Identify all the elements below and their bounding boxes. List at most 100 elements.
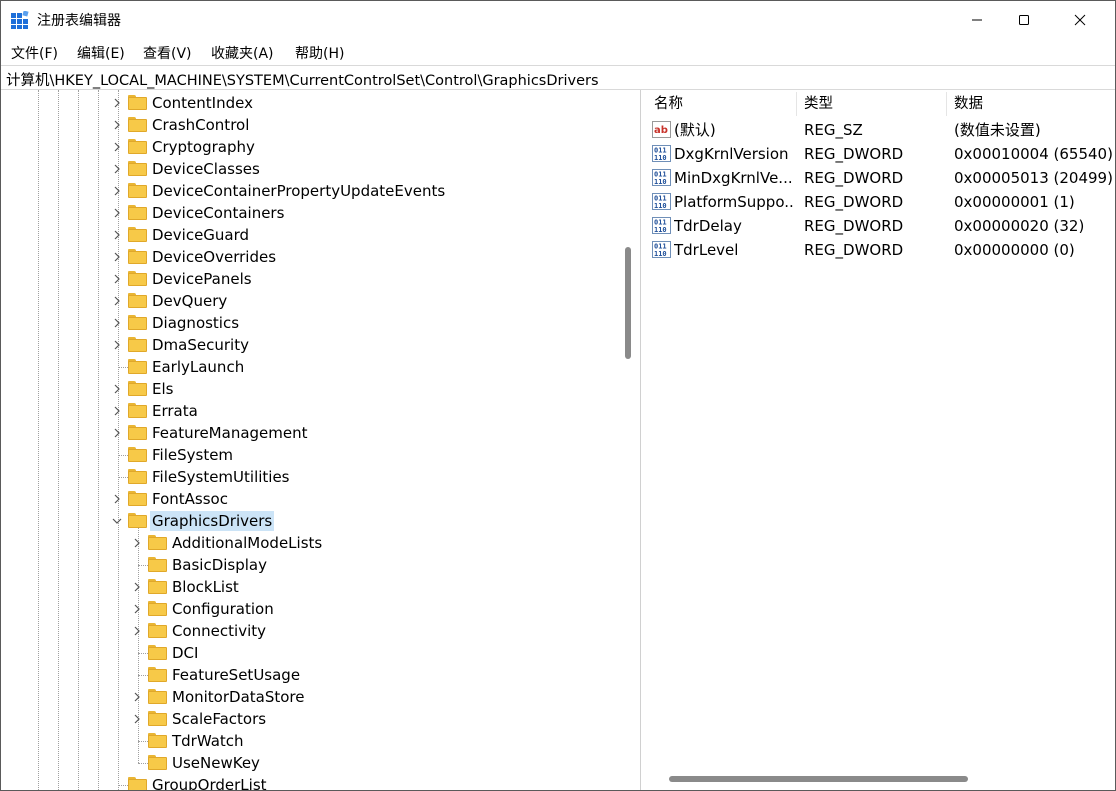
registry-editor-icon	[11, 11, 29, 29]
tree-node-configuration[interactable]: Configuration	[1, 598, 619, 620]
tree-node-deviceguard[interactable]: DeviceGuard	[1, 224, 619, 246]
minimize-button[interactable]	[954, 1, 1000, 39]
tree-node-label: Diagnostics	[152, 314, 240, 332]
folder-icon	[128, 513, 147, 528]
folder-icon	[148, 733, 167, 748]
tree-node-devicecontainers[interactable]: DeviceContainers	[1, 202, 619, 224]
value-row[interactable]: 011 110 TdrLevel REG_DWORD 0x00000000 (0)	[647, 238, 1115, 262]
chevron-right-icon[interactable]	[112, 296, 122, 306]
tree-node-filesystem[interactable]: FileSystem	[1, 444, 619, 466]
tree-node-grouporderlist[interactable]: GroupOrderList	[1, 774, 619, 790]
value-data: 0x00000000 (0)	[954, 241, 1075, 259]
chevron-right-icon[interactable]	[112, 406, 122, 416]
menu-help[interactable]: 帮助(H)	[295, 43, 344, 63]
tree-node-monitordatastore[interactable]: MonitorDataStore	[1, 686, 619, 708]
tree-node-blocklist[interactable]: BlockList	[1, 576, 619, 598]
tree-node-featuremanagement[interactable]: FeatureManagement	[1, 422, 619, 444]
address-bar[interactable]: 计算机\HKEY_LOCAL_MACHINE\SYSTEM\CurrentCon…	[1, 65, 1115, 90]
tree-scrollbar-thumb[interactable]	[625, 247, 631, 359]
tree-node-els[interactable]: Els	[1, 378, 619, 400]
chevron-right-icon[interactable]	[132, 626, 142, 636]
tree-node-devicepanels[interactable]: DevicePanels	[1, 268, 619, 290]
tree-node-connectivity[interactable]: Connectivity	[1, 620, 619, 642]
tree-node-crashcontrol[interactable]: CrashControl	[1, 114, 619, 136]
column-divider[interactable]	[946, 92, 947, 116]
tree-node-filesystemutilities[interactable]: FileSystemUtilities	[1, 466, 619, 488]
tree-node-deviceclasses[interactable]: DeviceClasses	[1, 158, 619, 180]
chevron-right-icon[interactable]	[132, 692, 142, 702]
menu-favorites[interactable]: 收藏夹(A)	[211, 43, 274, 63]
value-name: DxgKrnlVersion	[674, 145, 789, 163]
tree-node-dci[interactable]: DCI	[1, 642, 619, 664]
tree-node-cryptography[interactable]: Cryptography	[1, 136, 619, 158]
list-scrollbar-thumb[interactable]	[669, 776, 968, 782]
value-row[interactable]: 011 110 MinDxgKrnlVe... REG_DWORD 0x00005013…	[647, 166, 1115, 190]
tree-node-dmasecurity[interactable]: DmaSecurity	[1, 334, 619, 356]
chevron-right-icon[interactable]	[112, 186, 122, 196]
value-name: TdrDelay	[674, 217, 742, 235]
tree-node-label: CrashControl	[152, 116, 250, 134]
tree-node-featuresetusage[interactable]: FeatureSetUsage	[1, 664, 619, 686]
chevron-right-icon[interactable]	[112, 142, 122, 152]
tree-node-graphicsdrivers[interactable]: GraphicsDrivers	[1, 510, 619, 532]
title-bar[interactable]: 注册表编辑器	[1, 1, 1115, 39]
column-divider[interactable]	[796, 92, 797, 116]
tree-node-tdrwatch[interactable]: TdrWatch	[1, 730, 619, 752]
menu-view[interactable]: 查看(V)	[143, 43, 192, 63]
dword-value-icon: 011110	[652, 145, 671, 162]
tree-node-additionalmodelists[interactable]: AdditionalModeLists	[1, 532, 619, 554]
value-row[interactable]: 011 110 TdrDelay REG_DWORD 0x00000020 (32)	[647, 214, 1115, 238]
tree-node-diagnostics[interactable]: Diagnostics	[1, 312, 619, 334]
tree-vertical-scrollbar[interactable]	[621, 90, 635, 790]
tree-node-contentindex[interactable]: ContentIndex	[1, 92, 619, 114]
tree-node-errata[interactable]: Errata	[1, 400, 619, 422]
tree-node-label: TdrWatch	[172, 732, 244, 750]
tree-node-fontassoc[interactable]: FontAssoc	[1, 488, 619, 510]
chevron-right-icon[interactable]	[112, 274, 122, 284]
chevron-right-icon[interactable]	[112, 494, 122, 504]
value-row[interactable]: ab (默认) REG_SZ (数值未设置)	[647, 118, 1115, 142]
folder-icon	[148, 711, 167, 726]
chevron-right-icon[interactable]	[132, 604, 142, 614]
chevron-right-icon[interactable]	[112, 340, 122, 350]
menu-edit[interactable]: 编辑(E)	[77, 43, 125, 63]
tree-node-scalefactors[interactable]: ScaleFactors	[1, 708, 619, 730]
close-button[interactable]	[1057, 1, 1103, 39]
column-header-name[interactable]: 名称	[654, 90, 683, 118]
chevron-right-icon[interactable]	[132, 582, 142, 592]
chevron-right-icon[interactable]	[112, 384, 122, 394]
address-path[interactable]: 计算机\HKEY_LOCAL_MACHINE\SYSTEM\CurrentCon…	[6, 69, 599, 90]
values-list-pane[interactable]: 名称 类型 数据 ab (默认) REG_SZ (数值未设置) 011 110 DxgKrn…	[647, 90, 1115, 790]
tree-guide-line	[138, 741, 148, 742]
menu-file[interactable]: 文件(F)	[11, 43, 58, 63]
string-value-icon: ab	[652, 121, 671, 138]
chevron-right-icon[interactable]	[112, 230, 122, 240]
value-row[interactable]: 011 110 DxgKrnlVersion REG_DWORD 0x00010004 …	[647, 142, 1115, 166]
column-header-data[interactable]: 数据	[954, 90, 983, 118]
chevron-right-icon[interactable]	[112, 164, 122, 174]
key-tree-pane[interactable]: ContentIndex CrashControl Cryptography Devi…	[1, 90, 641, 790]
chevron-right-icon[interactable]	[112, 98, 122, 108]
tree-guide-line	[118, 455, 128, 456]
folder-icon	[128, 403, 147, 418]
tree-node-label: Configuration	[172, 600, 274, 618]
tree-node-label: BasicDisplay	[172, 556, 268, 574]
chevron-right-icon[interactable]	[112, 120, 122, 130]
maximize-button[interactable]	[1001, 1, 1047, 39]
tree-node-usenewkey[interactable]: UseNewKey	[1, 752, 619, 774]
value-row[interactable]: 011 110 PlatformSuppo... REG_DWORD 0x0000000…	[647, 190, 1115, 214]
tree-node-earlylaunch[interactable]: EarlyLaunch	[1, 356, 619, 378]
chevron-right-icon[interactable]	[112, 208, 122, 218]
tree-guide-line	[138, 763, 148, 764]
chevron-right-icon[interactable]	[112, 428, 122, 438]
chevron-right-icon[interactable]	[112, 318, 122, 328]
tree-node-basicdisplay[interactable]: BasicDisplay	[1, 554, 619, 576]
chevron-right-icon[interactable]	[132, 538, 142, 548]
chevron-right-icon[interactable]	[112, 252, 122, 262]
tree-node-devicecontainerpropertyupdateevents[interactable]: DeviceContainerPropertyUpdateEvents	[1, 180, 619, 202]
column-header-type[interactable]: 类型	[804, 90, 833, 118]
chevron-down-icon[interactable]	[112, 516, 122, 526]
tree-node-deviceoverrides[interactable]: DeviceOverrides	[1, 246, 619, 268]
chevron-right-icon[interactable]	[132, 714, 142, 724]
tree-node-devquery[interactable]: DevQuery	[1, 290, 619, 312]
